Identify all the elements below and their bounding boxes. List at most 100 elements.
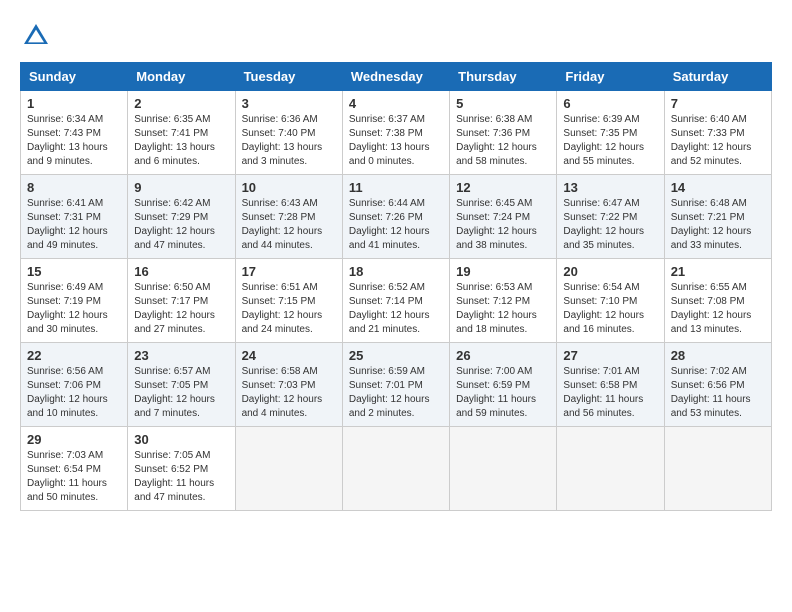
day-number: 16 xyxy=(134,264,228,279)
logo xyxy=(20,20,56,52)
calendar-week-row: 22 Sunrise: 6:56 AM Sunset: 7:06 PM Dayli… xyxy=(21,343,772,427)
calendar-day-cell: 6 Sunrise: 6:39 AM Sunset: 7:35 PM Daylig… xyxy=(557,91,664,175)
day-info: Sunrise: 6:40 AM Sunset: 7:33 PM Dayligh… xyxy=(671,113,765,169)
calendar-week-row: 15 Sunrise: 6:49 AM Sunset: 7:19 PM Dayli… xyxy=(21,259,772,343)
calendar-header-friday: Friday xyxy=(557,63,664,91)
day-number: 26 xyxy=(456,348,550,363)
calendar-day-cell: 5 Sunrise: 6:38 AM Sunset: 7:36 PM Daylig… xyxy=(450,91,557,175)
calendar-day-cell: 8 Sunrise: 6:41 AM Sunset: 7:31 PM Daylig… xyxy=(21,175,128,259)
day-number: 27 xyxy=(563,348,657,363)
calendar-table: SundayMondayTuesdayWednesdayThursdayFrid… xyxy=(20,62,772,511)
calendar-day-cell: 30 Sunrise: 7:05 AM Sunset: 6:52 PM Dayli… xyxy=(128,427,235,511)
calendar-day-cell: 21Sunrise: 6:55 AM Sunset: 7:08 PM Dayli… xyxy=(664,259,771,343)
day-number: 7 xyxy=(671,96,765,111)
calendar-day-cell: 3 Sunrise: 6:36 AM Sunset: 7:40 PM Daylig… xyxy=(235,91,342,175)
calendar-day-cell: 4 Sunrise: 6:37 AM Sunset: 7:38 PM Daylig… xyxy=(342,91,449,175)
day-number: 15 xyxy=(27,264,121,279)
day-number: 6 xyxy=(563,96,657,111)
day-info: Sunrise: 6:56 AM Sunset: 7:06 PM Dayligh… xyxy=(27,365,121,421)
day-info: Sunrise: 6:47 AM Sunset: 7:22 PM Dayligh… xyxy=(563,197,657,253)
calendar-day-cell xyxy=(235,427,342,511)
calendar-day-cell: 27 Sunrise: 7:01 AM Sunset: 6:58 PM Dayli… xyxy=(557,343,664,427)
day-info: Sunrise: 6:51 AM Sunset: 7:15 PM Dayligh… xyxy=(242,281,336,337)
calendar-week-row: 29Sunrise: 7:03 AM Sunset: 6:54 PM Dayli… xyxy=(21,427,772,511)
day-info: Sunrise: 6:38 AM Sunset: 7:36 PM Dayligh… xyxy=(456,113,550,169)
day-info: Sunrise: 6:53 AM Sunset: 7:12 PM Dayligh… xyxy=(456,281,550,337)
day-number: 17 xyxy=(242,264,336,279)
page-header xyxy=(20,20,772,52)
calendar-week-row: 1Sunrise: 6:34 AM Sunset: 7:43 PM Daylig… xyxy=(21,91,772,175)
calendar-day-cell: 19 Sunrise: 6:53 AM Sunset: 7:12 PM Dayli… xyxy=(450,259,557,343)
calendar-day-cell: 20 Sunrise: 6:54 AM Sunset: 7:10 PM Dayli… xyxy=(557,259,664,343)
calendar-day-cell: 2 Sunrise: 6:35 AM Sunset: 7:41 PM Daylig… xyxy=(128,91,235,175)
day-info: Sunrise: 6:41 AM Sunset: 7:31 PM Dayligh… xyxy=(27,197,121,253)
day-info: Sunrise: 6:37 AM Sunset: 7:38 PM Dayligh… xyxy=(349,113,443,169)
calendar-day-cell: 1Sunrise: 6:34 AM Sunset: 7:43 PM Daylig… xyxy=(21,91,128,175)
day-number: 25 xyxy=(349,348,443,363)
day-number: 2 xyxy=(134,96,228,111)
calendar-day-cell xyxy=(557,427,664,511)
calendar-day-cell xyxy=(664,427,771,511)
calendar-header-tuesday: Tuesday xyxy=(235,63,342,91)
day-number: 23 xyxy=(134,348,228,363)
day-number: 12 xyxy=(456,180,550,195)
day-number: 11 xyxy=(349,180,443,195)
day-number: 29 xyxy=(27,432,121,447)
calendar-day-cell: 25 Sunrise: 6:59 AM Sunset: 7:01 PM Dayli… xyxy=(342,343,449,427)
day-number: 24 xyxy=(242,348,336,363)
day-number: 19 xyxy=(456,264,550,279)
day-number: 10 xyxy=(242,180,336,195)
day-number: 21 xyxy=(671,264,765,279)
calendar-day-cell: 13 Sunrise: 6:47 AM Sunset: 7:22 PM Dayli… xyxy=(557,175,664,259)
calendar-header-monday: Monday xyxy=(128,63,235,91)
day-info: Sunrise: 6:35 AM Sunset: 7:41 PM Dayligh… xyxy=(134,113,228,169)
day-info: Sunrise: 7:02 AM Sunset: 6:56 PM Dayligh… xyxy=(671,365,765,421)
day-number: 5 xyxy=(456,96,550,111)
day-info: Sunrise: 6:42 AM Sunset: 7:29 PM Dayligh… xyxy=(134,197,228,253)
calendar-week-row: 8 Sunrise: 6:41 AM Sunset: 7:31 PM Daylig… xyxy=(21,175,772,259)
calendar-header-wednesday: Wednesday xyxy=(342,63,449,91)
day-info: Sunrise: 7:01 AM Sunset: 6:58 PM Dayligh… xyxy=(563,365,657,421)
day-number: 28 xyxy=(671,348,765,363)
day-number: 22 xyxy=(27,348,121,363)
calendar-day-cell xyxy=(342,427,449,511)
calendar-day-cell: 18Sunrise: 6:52 AM Sunset: 7:14 PM Dayli… xyxy=(342,259,449,343)
day-info: Sunrise: 6:48 AM Sunset: 7:21 PM Dayligh… xyxy=(671,197,765,253)
day-info: Sunrise: 7:00 AM Sunset: 6:59 PM Dayligh… xyxy=(456,365,550,421)
day-info: Sunrise: 6:49 AM Sunset: 7:19 PM Dayligh… xyxy=(27,281,121,337)
day-info: Sunrise: 6:43 AM Sunset: 7:28 PM Dayligh… xyxy=(242,197,336,253)
day-info: Sunrise: 6:44 AM Sunset: 7:26 PM Dayligh… xyxy=(349,197,443,253)
calendar-day-cell: 9 Sunrise: 6:42 AM Sunset: 7:29 PM Daylig… xyxy=(128,175,235,259)
calendar-header-saturday: Saturday xyxy=(664,63,771,91)
day-info: Sunrise: 7:05 AM Sunset: 6:52 PM Dayligh… xyxy=(134,449,228,505)
calendar-header-sunday: Sunday xyxy=(21,63,128,91)
day-info: Sunrise: 6:59 AM Sunset: 7:01 PM Dayligh… xyxy=(349,365,443,421)
day-number: 3 xyxy=(242,96,336,111)
calendar-day-cell: 29Sunrise: 7:03 AM Sunset: 6:54 PM Dayli… xyxy=(21,427,128,511)
calendar-day-cell: 12 Sunrise: 6:45 AM Sunset: 7:24 PM Dayli… xyxy=(450,175,557,259)
calendar-day-cell: 14Sunrise: 6:48 AM Sunset: 7:21 PM Dayli… xyxy=(664,175,771,259)
day-info: Sunrise: 6:54 AM Sunset: 7:10 PM Dayligh… xyxy=(563,281,657,337)
calendar-day-cell xyxy=(450,427,557,511)
day-info: Sunrise: 6:36 AM Sunset: 7:40 PM Dayligh… xyxy=(242,113,336,169)
day-number: 13 xyxy=(563,180,657,195)
day-info: Sunrise: 6:58 AM Sunset: 7:03 PM Dayligh… xyxy=(242,365,336,421)
day-number: 4 xyxy=(349,96,443,111)
day-number: 20 xyxy=(563,264,657,279)
calendar-day-cell: 16 Sunrise: 6:50 AM Sunset: 7:17 PM Dayli… xyxy=(128,259,235,343)
calendar-day-cell: 7 Sunrise: 6:40 AM Sunset: 7:33 PM Daylig… xyxy=(664,91,771,175)
calendar-day-cell: 28 Sunrise: 7:02 AM Sunset: 6:56 PM Dayli… xyxy=(664,343,771,427)
calendar-day-cell: 22 Sunrise: 6:56 AM Sunset: 7:06 PM Dayli… xyxy=(21,343,128,427)
day-number: 8 xyxy=(27,180,121,195)
calendar-header-row: SundayMondayTuesdayWednesdayThursdayFrid… xyxy=(21,63,772,91)
calendar-day-cell: 11 Sunrise: 6:44 AM Sunset: 7:26 PM Dayli… xyxy=(342,175,449,259)
calendar-day-cell: 23Sunrise: 6:57 AM Sunset: 7:05 PM Dayli… xyxy=(128,343,235,427)
day-number: 9 xyxy=(134,180,228,195)
day-info: Sunrise: 6:34 AM Sunset: 7:43 PM Dayligh… xyxy=(27,113,121,169)
calendar-day-cell: 10 Sunrise: 6:43 AM Sunset: 7:28 PM Dayli… xyxy=(235,175,342,259)
day-info: Sunrise: 6:52 AM Sunset: 7:14 PM Dayligh… xyxy=(349,281,443,337)
day-number: 30 xyxy=(134,432,228,447)
day-info: Sunrise: 6:39 AM Sunset: 7:35 PM Dayligh… xyxy=(563,113,657,169)
day-info: Sunrise: 6:45 AM Sunset: 7:24 PM Dayligh… xyxy=(456,197,550,253)
day-info: Sunrise: 6:50 AM Sunset: 7:17 PM Dayligh… xyxy=(134,281,228,337)
